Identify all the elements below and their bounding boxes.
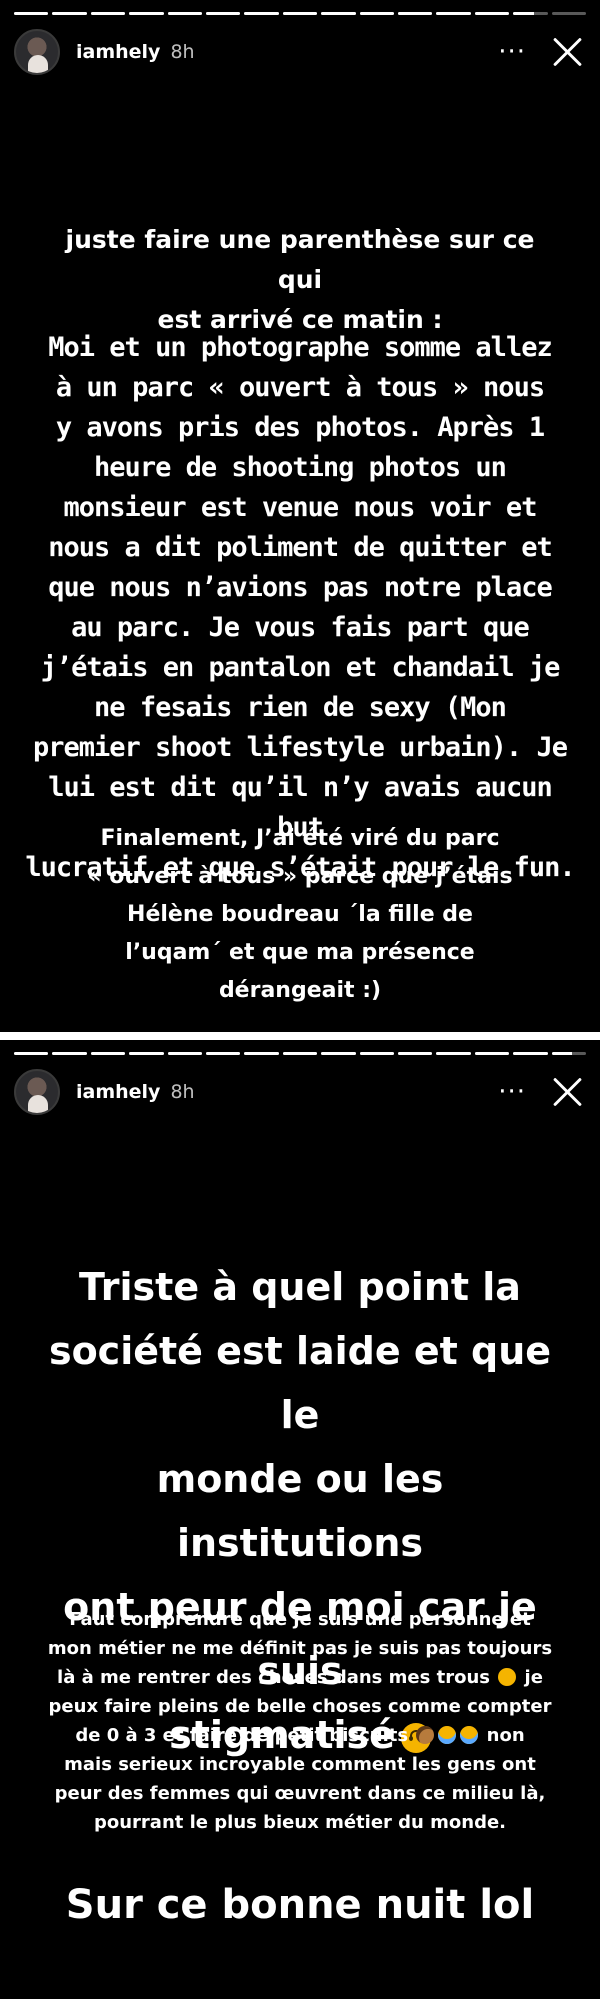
username[interactable]: iamhely: [76, 41, 160, 63]
story-header: iamhely 8h ···: [14, 1068, 586, 1116]
post-time: 8h: [170, 1081, 195, 1103]
story-closing-text: Sur ce bonne nuit lol: [65, 1882, 535, 1928]
story-progress-segment: [321, 12, 356, 15]
story-progress-segment: [90, 1052, 126, 1055]
username[interactable]: iamhely: [76, 1081, 160, 1103]
post-time: 8h: [170, 41, 195, 63]
close-x-icon[interactable]: [552, 37, 582, 67]
story-progress-segment: [474, 12, 510, 15]
story-progress-segment: [474, 1052, 510, 1055]
story-progress-segment: [282, 12, 318, 15]
story-progress-segment: [551, 1052, 587, 1055]
cookie-emoji-icon: [416, 1726, 435, 1744]
story-conclusion-text: Finalement, J’ai été viré du parc « ouve…: [87, 826, 513, 1003]
story-progress-segment: [14, 1052, 49, 1055]
story-progress-segment: [206, 12, 241, 15]
story-progress-segment: [14, 12, 49, 15]
more-horizontal-icon[interactable]: ···: [498, 1079, 526, 1105]
profile-avatar[interactable]: [14, 1069, 60, 1115]
story-small-text-part-1: Faut comprendre que je suis une personne…: [47, 1609, 553, 1688]
story-progress-segment: [52, 1052, 87, 1055]
story-progress-segment: [398, 12, 433, 15]
story-frame-1: iamhely 8h ··· juste faire une parenthès…: [0, 0, 600, 1032]
story-progress-segment: [551, 12, 587, 15]
story-divider: [0, 1032, 600, 1040]
story-progress-segment: [52, 12, 87, 15]
story-progress-segment: [282, 1052, 318, 1055]
story-body-text: Moi et un photographe somme allez à un p…: [25, 332, 575, 883]
story-progress-segment: [359, 1052, 395, 1055]
story-progress-segment: [321, 1052, 356, 1055]
tears-of-joy-emoji-icon: [438, 1726, 457, 1744]
story-progress-segment: [244, 1052, 279, 1055]
story-progress-segment: [513, 12, 548, 15]
story-progress-segment: [244, 12, 279, 15]
story-progress-bar: [14, 12, 587, 15]
story-frame-2: iamhely 8h ··· Triste à quel point la so…: [0, 1040, 600, 1999]
more-horizontal-icon[interactable]: ···: [498, 39, 526, 65]
story-header: iamhely 8h ···: [14, 28, 586, 76]
story-progress-bar: [14, 1052, 587, 1055]
story-progress-segment: [436, 12, 471, 15]
tears-of-joy-emoji-icon: [460, 1726, 479, 1744]
story-progress-segment: [167, 1052, 203, 1055]
story-progress-segment: [206, 1052, 241, 1055]
story-progress-segment: [167, 12, 203, 15]
story-progress-segment: [398, 1052, 433, 1055]
story-progress-segment: [513, 1052, 548, 1055]
slight-smile-emoji-icon: [498, 1668, 517, 1686]
story-progress-segment: [359, 12, 395, 15]
story-progress-segment: [129, 1052, 164, 1055]
story-lead-text: juste faire une parenthèse sur ce qui es…: [65, 225, 535, 334]
close-x-icon[interactable]: [552, 1077, 582, 1107]
story-progress-segment: [129, 12, 164, 15]
profile-avatar[interactable]: [14, 29, 60, 75]
story-progress-segment: [90, 12, 126, 15]
story-small-text: Faut comprendre que je suis une personne…: [24, 1605, 576, 1837]
story-progress-segment: [436, 1052, 471, 1055]
